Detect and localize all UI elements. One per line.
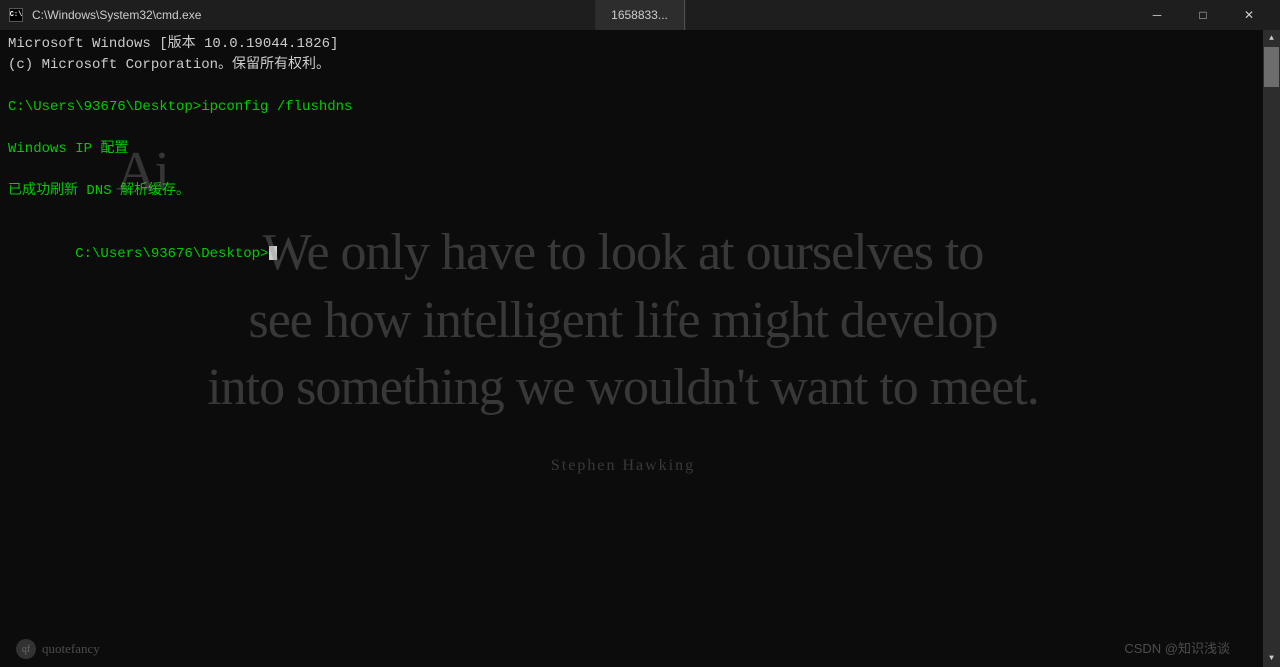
cmd-icon-label: C:\ bbox=[10, 11, 23, 19]
terminal-line-5 bbox=[8, 118, 1255, 139]
cursor-block bbox=[269, 246, 277, 260]
scroll-down-button[interactable]: ▼ bbox=[1263, 650, 1280, 667]
content-area: Microsoft Windows [版本 10.0.19044.1826] (… bbox=[0, 30, 1280, 667]
quotefancy-text: quotefancy bbox=[42, 639, 100, 659]
title-bar-left: C:\ C:\Windows\System32\cmd.exe bbox=[8, 7, 201, 23]
title-bar: C:\ C:\Windows\System32\cmd.exe 1658833.… bbox=[0, 0, 1280, 30]
terminal-line-1: Microsoft Windows [版本 10.0.19044.1826] bbox=[8, 34, 1255, 55]
cmd-window: C:\ C:\Windows\System32\cmd.exe 1658833.… bbox=[0, 0, 1280, 667]
terminal-line-3 bbox=[8, 76, 1255, 97]
bottom-bar: qf quotefancy CSDN @知识浅谈 bbox=[0, 639, 1246, 659]
scrollbar-track[interactable] bbox=[1263, 47, 1280, 650]
quote-line-3: into something we wouldn't want to meet. bbox=[207, 359, 1039, 416]
terminal-line-4: C:\Users\93676\Desktop>ipconfig /flushdn… bbox=[8, 97, 1255, 118]
tab-item[interactable]: 1658833... bbox=[595, 0, 685, 30]
terminal-line-6: Windows IP 配置 bbox=[8, 139, 1255, 160]
scroll-up-button[interactable]: ▲ bbox=[1263, 30, 1280, 47]
cmd-icon-inner: C:\ bbox=[9, 8, 23, 22]
quotefancy-logo: qf quotefancy bbox=[16, 639, 100, 659]
scrollbar[interactable]: ▲ ▼ bbox=[1263, 30, 1280, 667]
tab-area: 1658833... bbox=[595, 0, 685, 30]
terminal-line-9 bbox=[8, 202, 1255, 223]
terminal-content[interactable]: Microsoft Windows [版本 10.0.19044.1826] (… bbox=[0, 30, 1263, 667]
window-title: C:\Windows\System32\cmd.exe bbox=[32, 8, 201, 22]
quotefancy-icon: qf bbox=[16, 639, 36, 659]
csdn-watermark: CSDN @知识浅谈 bbox=[1124, 639, 1230, 659]
restore-button[interactable]: □ bbox=[1180, 0, 1226, 30]
cmd-icon: C:\ bbox=[8, 7, 24, 23]
terminal-line-7 bbox=[8, 160, 1255, 181]
minimize-button[interactable]: ─ bbox=[1134, 0, 1180, 30]
terminal-line-10: C:\Users\93676\Desktop> bbox=[8, 223, 1255, 286]
terminal-line-8: 已成功刷新 DNS 解析缓存。 bbox=[8, 181, 1255, 202]
quote-line-2: see how intelligent life might develop bbox=[248, 292, 997, 349]
window-controls: ─ □ ✕ bbox=[1134, 0, 1272, 30]
close-button[interactable]: ✕ bbox=[1226, 0, 1272, 30]
quote-author: Stephen Hawking bbox=[551, 454, 695, 478]
scrollbar-thumb[interactable] bbox=[1264, 47, 1279, 87]
terminal-line-2: (c) Microsoft Corporation。保留所有权利。 bbox=[8, 55, 1255, 76]
